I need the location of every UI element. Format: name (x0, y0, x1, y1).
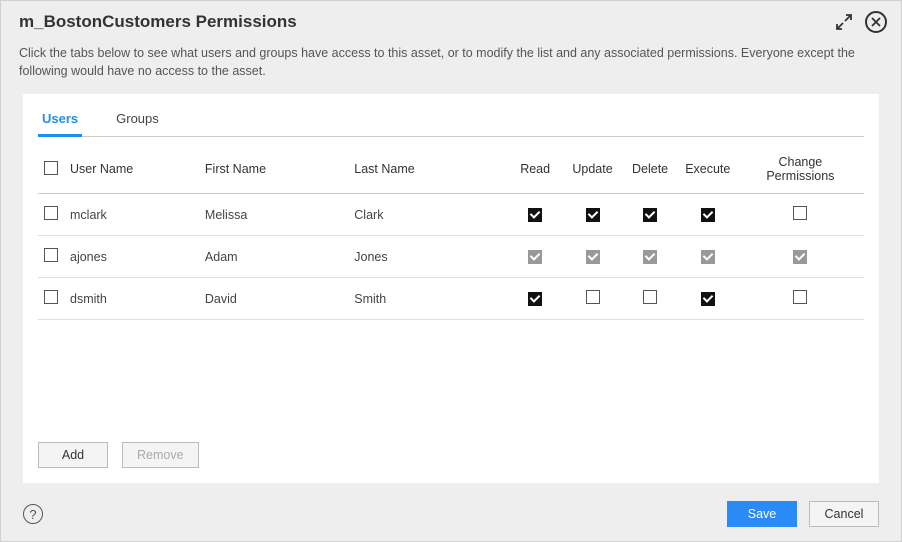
select-all-checkbox[interactable] (44, 161, 58, 175)
cell-first: Melissa (199, 194, 348, 236)
dialog-description: Click the tabs below to see what users a… (1, 43, 901, 94)
cell-user: mclark (64, 194, 199, 236)
tab-users[interactable]: Users (38, 105, 82, 137)
update-checkbox[interactable] (586, 290, 600, 304)
read-checkbox[interactable] (528, 208, 542, 222)
read-checkbox (528, 250, 542, 264)
titlebar: m_BostonCustomers Permissions (1, 1, 901, 43)
change-permissions-checkbox[interactable] (793, 206, 807, 220)
save-button[interactable]: Save (727, 501, 797, 527)
column-read: Read (507, 145, 564, 194)
execute-checkbox (701, 250, 715, 264)
tab-groups[interactable]: Groups (112, 105, 163, 137)
read-checkbox[interactable] (528, 292, 542, 306)
close-icon[interactable] (865, 11, 887, 33)
cell-user: ajones (64, 236, 199, 278)
column-username: User Name (64, 145, 199, 194)
remove-button[interactable]: Remove (122, 442, 199, 468)
column-firstname: First Name (199, 145, 348, 194)
cell-last: Jones (348, 236, 506, 278)
column-update: Update (564, 145, 622, 194)
update-checkbox (586, 250, 600, 264)
table-header-row: User Name First Name Last Name Read Upda… (38, 145, 864, 194)
change-permissions-checkbox (793, 250, 807, 264)
cell-last: Clark (348, 194, 506, 236)
cell-last: Smith (348, 278, 506, 320)
column-delete: Delete (621, 145, 678, 194)
row-select-checkbox[interactable] (44, 290, 58, 304)
row-select-checkbox[interactable] (44, 206, 58, 220)
table-row: mclarkMelissaClark (38, 194, 864, 236)
column-change: Change Permissions (737, 145, 864, 194)
table-row: dsmithDavidSmith (38, 278, 864, 320)
change-permissions-checkbox[interactable] (793, 290, 807, 304)
delete-checkbox[interactable] (643, 290, 657, 304)
cell-first: David (199, 278, 348, 320)
title-actions (833, 11, 887, 33)
permissions-table: User Name First Name Last Name Read Upda… (38, 145, 864, 320)
delete-checkbox[interactable] (643, 208, 657, 222)
column-execute: Execute (679, 145, 737, 194)
update-checkbox[interactable] (586, 208, 600, 222)
help-icon[interactable]: ? (23, 504, 43, 524)
delete-checkbox (643, 250, 657, 264)
cancel-button[interactable]: Cancel (809, 501, 879, 527)
cell-user: dsmith (64, 278, 199, 320)
permissions-dialog: m_BostonCustomers Permissions Click the … (0, 0, 902, 542)
cell-first: Adam (199, 236, 348, 278)
dialog-title: m_BostonCustomers Permissions (19, 12, 297, 32)
panel-footer: Add Remove (38, 432, 864, 468)
add-button[interactable]: Add (38, 442, 108, 468)
column-lastname: Last Name (348, 145, 506, 194)
expand-icon[interactable] (833, 11, 855, 33)
table-row: ajonesAdamJones (38, 236, 864, 278)
main-panel: Users Groups User Name First Name Last N… (23, 94, 879, 483)
dialog-footer: ? Save Cancel (1, 497, 901, 541)
row-select-checkbox[interactable] (44, 248, 58, 262)
tab-bar: Users Groups (38, 105, 864, 137)
execute-checkbox[interactable] (701, 208, 715, 222)
execute-checkbox[interactable] (701, 292, 715, 306)
